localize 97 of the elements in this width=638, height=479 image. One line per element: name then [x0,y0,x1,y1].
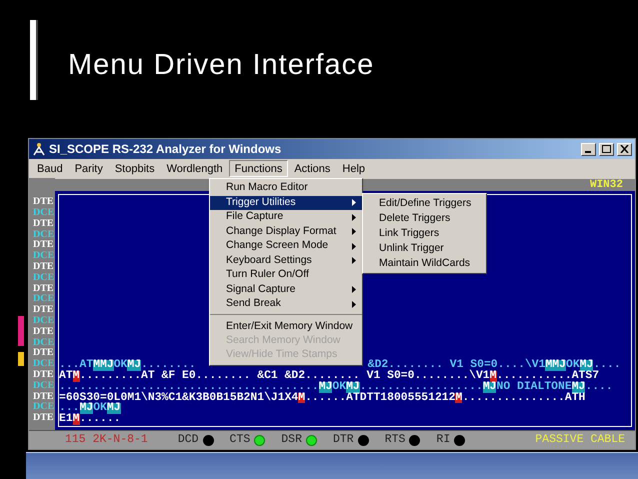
menu-title[interactable]: Functions [228,160,288,177]
channel-label: DTE [33,197,55,208]
channel-label: DTE [33,348,55,359]
control-code: MMJ [545,360,566,372]
signal-label: DTR [332,432,354,448]
signal-label: DSR [281,432,302,448]
window-title: SI_SCOPE RS-232 Analyzer for Windows [49,141,282,158]
control-code: M [72,414,80,425]
channel-label: DCE [33,338,55,348]
menu-title[interactable]: Actions [288,160,336,177]
control-code: MMJ [93,360,114,372]
channel-label: DTE [33,284,55,294]
control-code: MJ [572,382,586,393]
menu-title[interactable]: Baud [31,160,69,177]
menu-item[interactable]: Change Screen Mode [210,239,362,254]
menu-item[interactable]: Signal Capture [210,282,362,297]
terminal-text: ...............ATH [462,392,586,404]
terminal-text: OK [332,382,346,393]
menu-item[interactable]: Change Display Format [210,224,362,239]
terminal-text: .... [585,382,613,393]
menu-item[interactable]: Link Triggers [363,226,486,241]
terminal-text: AT [59,371,73,382]
menu-item[interactable]: Run Macro Editor [210,181,362,196]
maximize-button[interactable] [599,142,614,156]
slide-title: Menu Driven Interface [68,48,374,83]
control-code: MJ [80,403,94,414]
channel-label: DTE [33,262,55,273]
minimize-button[interactable] [581,142,596,156]
menu-title[interactable]: Stopbits [108,160,161,177]
channel-label: DCE [33,359,55,370]
channel-label: DTE [33,413,55,424]
menu-item[interactable]: Unlink Trigger [363,241,486,256]
menu-title[interactable]: Parity [68,160,109,177]
menu-item[interactable]: Send Break [210,297,362,312]
channel-label: DCE [33,380,55,392]
channel-label: DTE [33,218,55,230]
menu-item[interactable]: Trigger Utilities [210,196,362,210]
terminal-text: ...AT [59,360,94,372]
channel-label: DTE [33,305,55,316]
menu-title[interactable]: Help [336,160,372,177]
terminal-text: .........AT &F E0........ &C1 &D2........ V1 S0=0........\V1 [80,371,490,382]
control-code: M [455,392,462,404]
control-code: MJ [106,403,121,414]
accent-bar [18,352,24,366]
control-code: M [298,392,306,404]
signal-label: RTS [384,432,406,448]
mode-label: WIN32 [590,179,623,191]
channel-label: DCE [33,272,55,284]
control-code: MJ [318,382,332,393]
control-code: MJ [346,382,360,393]
control-code: MJ [127,360,142,372]
control-code: M [72,371,80,382]
terminal-text: ...........ATS7 [496,371,600,382]
signal-label: CTS [230,432,250,448]
terminal-text: OK [566,360,580,372]
terminal-text: ......ATDTT18005551212 [305,392,456,404]
channel-label: DCE [33,316,55,327]
menu-item[interactable]: Edit/Define Triggers [363,196,486,211]
signal-label: DCD [178,432,199,448]
channel-label: DCE [33,208,55,219]
menu-item[interactable]: Maintain WildCards [363,256,486,271]
signal-label: RI [436,432,450,448]
terminal-text: OK [114,360,128,372]
terminal-text: OK [93,403,107,414]
channel-label: DTE [33,240,55,251]
maximize-icon [602,145,611,153]
terminal-text: ...................................... [59,382,319,393]
menu-item[interactable]: Turn Ruler On/Off [210,268,362,282]
channel-label: DCE [33,294,55,306]
menu-item[interactable]: Delete Triggers [363,211,486,226]
channel-label: DTE [33,326,55,338]
accent-bar [18,316,24,346]
channel-label: DTE [33,370,55,381]
terminal-text: NO DIALTONE [496,382,572,393]
terminal-text: =60S30=0L0M1\N3%C1&K3B0B15B2N1\J1X4 [59,392,298,404]
cable-label: PASSIVE CABLE [535,432,625,448]
app-icon [32,142,46,156]
control-code: M [490,371,496,382]
control-code: MJ [580,360,594,372]
menu-item[interactable]: File Capture [210,210,362,224]
port-settings: 115 2K-N-8-1 [65,432,148,448]
terminal-text: .................. [360,382,483,393]
close-icon [620,145,629,153]
terminal-text: ... [59,403,80,414]
close-button[interactable] [617,142,632,156]
terminal-text: ...... [80,414,121,425]
terminal-text: E1 [59,414,73,425]
channel-label: DCE [33,251,55,262]
menu-title[interactable]: Wordlength [160,160,229,177]
menu-item[interactable]: Enter/Exit Memory Window [210,314,362,334]
channel-label: DTE [33,392,55,402]
control-code: MJ [482,382,496,393]
terminal-text: ........ [141,360,196,372]
terminal-text: .... [593,360,621,372]
channel-label: DCE [33,402,55,414]
channel-label: DCE [33,230,55,240]
menu-item[interactable]: Keyboard Settings [210,254,362,268]
